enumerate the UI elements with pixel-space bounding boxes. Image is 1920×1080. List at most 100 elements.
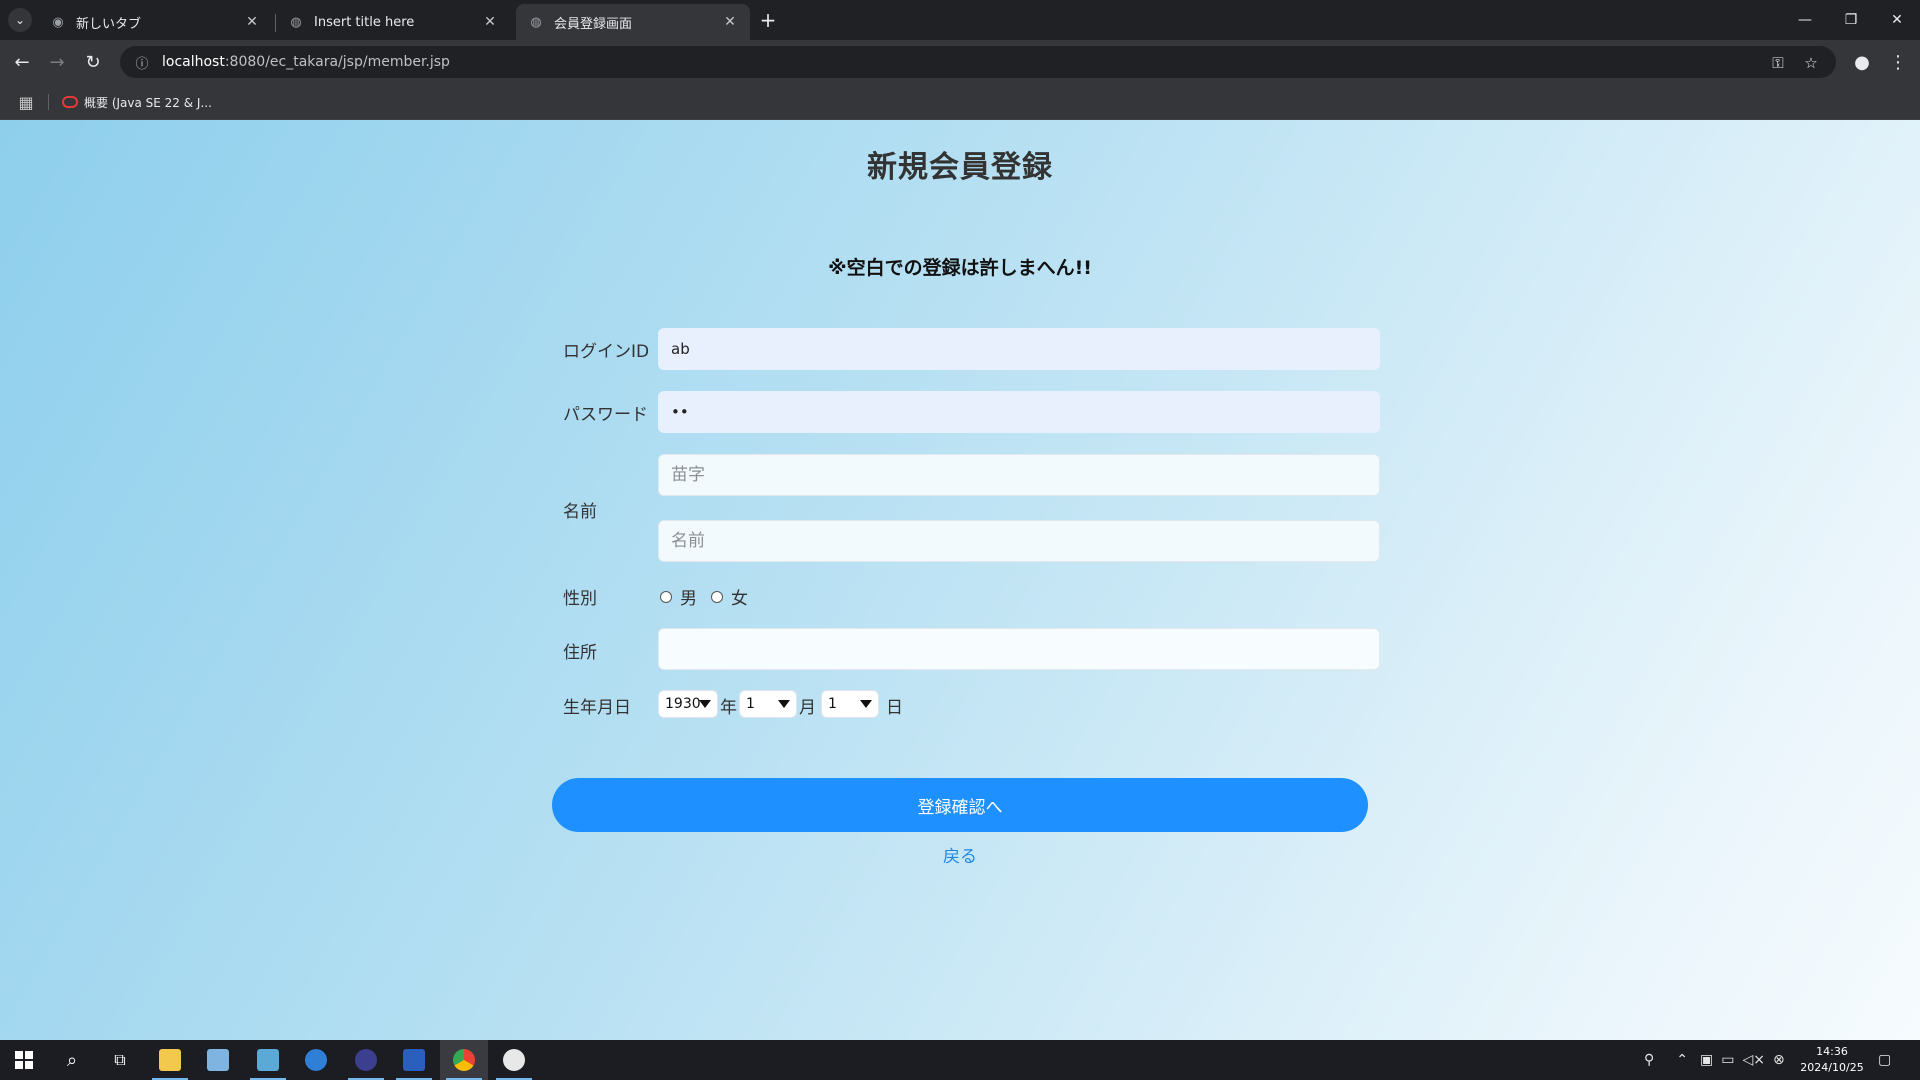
close-icon[interactable]: ✕	[482, 14, 498, 30]
back-link: 戻る	[0, 842, 1920, 867]
close-icon[interactable]: ✕	[722, 14, 738, 30]
close-window-button[interactable]: ✕	[1874, 0, 1920, 40]
tab-title: Insert title here	[314, 14, 415, 30]
notification-icon: ▢	[1878, 1052, 1892, 1068]
birth-month-value: 1	[746, 696, 755, 712]
notification-button[interactable]: ▢	[1878, 1040, 1891, 1080]
firstname-input[interactable]	[658, 520, 1380, 562]
taskbar-search-button[interactable]: ⌕	[48, 1040, 96, 1080]
birth-year-select[interactable]: 1930	[658, 690, 718, 718]
birth-year-value: 1930	[665, 696, 701, 712]
tab-strip: ⌄ ◉ 新しいタブ ✕ ◍ Insert title here ✕ ◍ 会員登録…	[0, 0, 1920, 40]
apps-grid-icon[interactable]: ▦	[16, 92, 36, 112]
eclipse-icon	[355, 1049, 377, 1071]
dropdown-arrow-icon	[699, 700, 711, 708]
reload-icon: ↻	[85, 51, 101, 73]
taskbar-app-editor[interactable]	[244, 1040, 292, 1080]
plus-icon: +	[759, 8, 777, 32]
forward-button[interactable]: →	[43, 48, 71, 76]
chrome-icon	[453, 1049, 475, 1071]
gender-label: 性別	[563, 589, 597, 609]
bookmarks-bar: ▦ 概要 (Java SE 22 & J...	[0, 84, 1920, 120]
gender-male-label: 男	[680, 589, 697, 609]
gender-male-radio[interactable]	[660, 590, 672, 603]
taskbar-thunderbird[interactable]	[292, 1040, 340, 1080]
taskbar-notepad[interactable]	[194, 1040, 242, 1080]
dropdown-arrow-icon	[860, 700, 872, 708]
minimize-button[interactable]: —	[1782, 0, 1828, 40]
login-id-input[interactable]: ab	[658, 328, 1380, 370]
bookmark-java-se[interactable]: 概要 (Java SE 22 & J...	[62, 90, 212, 114]
arrow-right-icon: →	[49, 51, 65, 73]
status-icon[interactable]: ⊗	[1773, 1052, 1785, 1068]
star-icon[interactable]: ☆	[1800, 52, 1822, 74]
page-title: 新規会員登録	[867, 150, 1053, 185]
gender-radio-group: 男 女	[660, 584, 748, 609]
taskbar-powershell[interactable]	[390, 1040, 438, 1080]
taskbar-app-misc[interactable]	[490, 1040, 538, 1080]
app-icon	[503, 1049, 525, 1071]
address-label: 住所	[563, 643, 597, 663]
reload-button[interactable]: ↻	[79, 48, 107, 76]
login-id-label: ログインID	[563, 342, 650, 362]
taskbar-file-explorer[interactable]	[146, 1040, 194, 1080]
back-button[interactable]: ←	[8, 48, 36, 76]
start-button[interactable]	[0, 1040, 48, 1080]
url-path: :8080/ec_takara/jsp/member.jsp	[224, 54, 450, 70]
clock-date: 2024/10/25	[1800, 1061, 1864, 1074]
network-icon[interactable]: ▭	[1721, 1052, 1734, 1068]
tab-new-tab[interactable]: ◉ 新しいタブ ✕	[38, 4, 272, 40]
password-label: パスワード	[563, 405, 648, 425]
site-info-icon[interactable]: ⓘ	[126, 53, 158, 72]
windows-taskbar: ⌕ ⧉ ⚲ ⌃ ▣ ▭ ◁× ⊗ 14:36 2024/10/25 ▢	[0, 1040, 1920, 1080]
day-unit: 日	[886, 698, 903, 718]
birth-day-select[interactable]: 1	[821, 690, 879, 718]
new-tab-button[interactable]: +	[756, 8, 780, 32]
chevron-up-icon[interactable]: ⌃	[1676, 1052, 1688, 1068]
task-view-icon: ⧉	[114, 1050, 126, 1069]
close-icon[interactable]: ✕	[244, 14, 260, 30]
bookmark-divider	[48, 94, 49, 110]
password-input[interactable]: ••	[658, 391, 1380, 433]
volume-muted-icon[interactable]: ◁×	[1742, 1052, 1765, 1068]
page-viewport: 新規会員登録 ※空白での登録は許しまへん!! ログインID ab パスワード •…	[0, 120, 1920, 1040]
gender-female-label: 女	[731, 589, 748, 609]
security-icon[interactable]: ▣	[1700, 1052, 1713, 1068]
taskbar-clock[interactable]: 14:36 2024/10/25	[1790, 1044, 1874, 1076]
tab-search-button[interactable]: ⌄	[8, 8, 32, 32]
profile-icon[interactable]: ●	[1848, 48, 1876, 76]
gender-female-radio[interactable]	[711, 590, 723, 603]
thunderbird-icon	[305, 1049, 327, 1071]
address-bar[interactable]: ⓘ localhost:8080/ec_takara/jsp/member.js…	[120, 46, 1836, 78]
restore-button[interactable]: ❐	[1828, 0, 1874, 40]
birth-month-select[interactable]: 1	[739, 690, 797, 718]
more-menu-icon[interactable]: ⋮	[1884, 48, 1912, 76]
address-input[interactable]	[658, 628, 1380, 670]
globe-icon: ◍	[290, 14, 302, 30]
folder-icon	[159, 1049, 181, 1071]
clock-time: 14:36	[1816, 1045, 1848, 1058]
browser-toolbar: ← → ↻ ⓘ localhost:8080/ec_takara/jsp/mem…	[0, 40, 1920, 84]
editor-icon	[257, 1049, 279, 1071]
task-view-button[interactable]: ⧉	[96, 1040, 144, 1080]
oracle-icon	[62, 96, 78, 108]
key-icon[interactable]: ⚿	[1767, 52, 1789, 74]
tab-title: 新しいタブ	[76, 16, 142, 32]
close-icon: ✕	[1891, 12, 1903, 28]
tab-insert-title[interactable]: ◍ Insert title here ✕	[276, 4, 510, 40]
back-link-text[interactable]: 戻る	[943, 847, 977, 867]
birth-day-value: 1	[828, 696, 837, 712]
arrow-left-icon: ←	[14, 51, 30, 73]
surname-input[interactable]	[658, 454, 1380, 496]
taskbar-chrome[interactable]	[440, 1040, 488, 1080]
people-icon[interactable]: ⚲	[1644, 1052, 1654, 1068]
tab-member-registration[interactable]: ◍ 会員登録画面 ✕	[516, 4, 750, 40]
chrome-icon: ◉	[52, 14, 64, 30]
confirm-registration-button[interactable]: 登録確認へ	[552, 778, 1368, 832]
month-unit: 月	[799, 698, 816, 718]
taskbar-eclipse[interactable]	[342, 1040, 390, 1080]
birthdate-label: 生年月日	[563, 698, 631, 718]
search-icon: ⌕	[66, 1049, 78, 1071]
chevron-down-icon: ⌄	[14, 13, 26, 27]
name-label: 名前	[563, 502, 597, 522]
